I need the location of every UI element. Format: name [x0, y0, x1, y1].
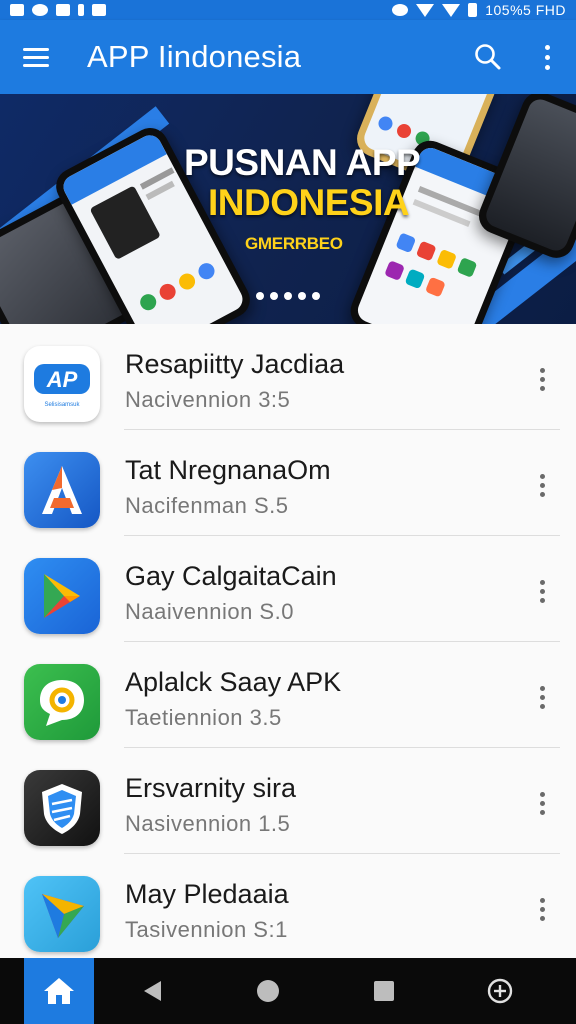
carousel-indicator[interactable] [256, 292, 320, 300]
carousel-dot[interactable] [256, 292, 264, 300]
battery-small-icon [92, 4, 106, 16]
recents-icon[interactable] [326, 958, 442, 1024]
app-version: Naaivennion S.0 [125, 599, 294, 624]
cloud-icon [32, 4, 48, 16]
carousel-dot[interactable] [312, 292, 320, 300]
list-item[interactable]: AP Selisisamsuk Resapiitty Jacdiaa Naciv… [0, 324, 576, 430]
banner-subtitle: INDONESIA [208, 182, 410, 223]
more-vert-icon[interactable] [530, 364, 554, 394]
status-left-icons [10, 4, 106, 16]
image-icon [56, 4, 70, 16]
more-vert-icon[interactable] [530, 894, 554, 924]
status-right-icons: 105%5 FHD [392, 2, 566, 18]
app-bar: APP Iindonesia [0, 20, 576, 94]
list-item[interactable]: Tat NregnanaOm Nacifenman S.5 [0, 430, 576, 536]
home-icon[interactable] [24, 958, 94, 1024]
carousel-dot[interactable] [284, 292, 292, 300]
notification-icon [10, 4, 24, 16]
list-item[interactable]: Aplalck Saay APK Taetiennion 3.5 [0, 642, 576, 748]
app-list: AP Selisisamsuk Resapiitty Jacdiaa Naciv… [0, 324, 576, 958]
hamburger-menu-icon[interactable] [0, 20, 72, 94]
banner-tagline: GMERRBEO [245, 234, 343, 253]
app-name: Resapiitty Jacdiaa [125, 349, 345, 379]
play-triangle-icon [24, 876, 100, 952]
carousel-dot[interactable] [270, 292, 278, 300]
app-version: Nacivennion 3:5 [125, 387, 291, 412]
more-vert-icon[interactable] [530, 788, 554, 818]
list-item[interactable]: May Pledaaia Tasivennion S:1 [0, 854, 576, 960]
carousel-dot[interactable] [298, 292, 306, 300]
app-name: Ersvarnity sira [125, 773, 297, 803]
back-icon[interactable] [94, 958, 210, 1024]
add-circle-icon[interactable] [442, 958, 558, 1024]
app-name: Tat NregnanaOm [125, 455, 331, 485]
app-name: Gay CalgaitaCain [125, 561, 337, 591]
app-version: Nacifenman S.5 [125, 493, 289, 518]
battery-text: 105%5 FHD [485, 2, 566, 18]
banner-title: PUSNAN APP [184, 142, 421, 183]
alarm-icon [392, 4, 409, 16]
search-icon[interactable] [458, 20, 518, 94]
shield-icon [24, 770, 100, 846]
list-item[interactable]: Ersvarnity sira Nasivennion 1.5 [0, 748, 576, 854]
bluetooth-icon [78, 4, 84, 16]
list-item[interactable]: Gay CalgaitaCain Naaivennion S.0 [0, 536, 576, 642]
featured-banner[interactable]: PUSNAN APP INDONESIA GMERRBEO [0, 94, 576, 324]
play-store-icon [24, 558, 100, 634]
more-vert-icon[interactable] [530, 470, 554, 500]
signal-icon [442, 3, 461, 17]
a-letter-icon [24, 452, 100, 528]
app-version: Tasivennion S:1 [125, 917, 288, 942]
more-vert-icon[interactable] [530, 682, 554, 712]
ap-logo-icon: AP Selisisamsuk [24, 346, 100, 422]
app-title: APP Iindonesia [87, 39, 302, 74]
svg-text:Selisisamsuk: Selisisamsuk [44, 402, 80, 408]
svg-text:AP: AP [46, 367, 78, 392]
more-vert-icon[interactable] [530, 576, 554, 606]
app-version: Nasivennion 1.5 [125, 811, 291, 836]
chat-bubble-icon [24, 664, 100, 740]
app-name: Aplalck Saay APK [125, 667, 342, 697]
app-version: Taetiennion 3.5 [125, 705, 282, 730]
battery-icon [468, 3, 478, 17]
home-circle-icon[interactable] [210, 958, 326, 1024]
app-name: May Pledaaia [125, 879, 289, 909]
more-vert-icon[interactable] [518, 20, 576, 94]
bottom-navigation [0, 958, 576, 1024]
wifi-icon [416, 3, 435, 17]
status-bar: 105%5 FHD [0, 0, 576, 20]
